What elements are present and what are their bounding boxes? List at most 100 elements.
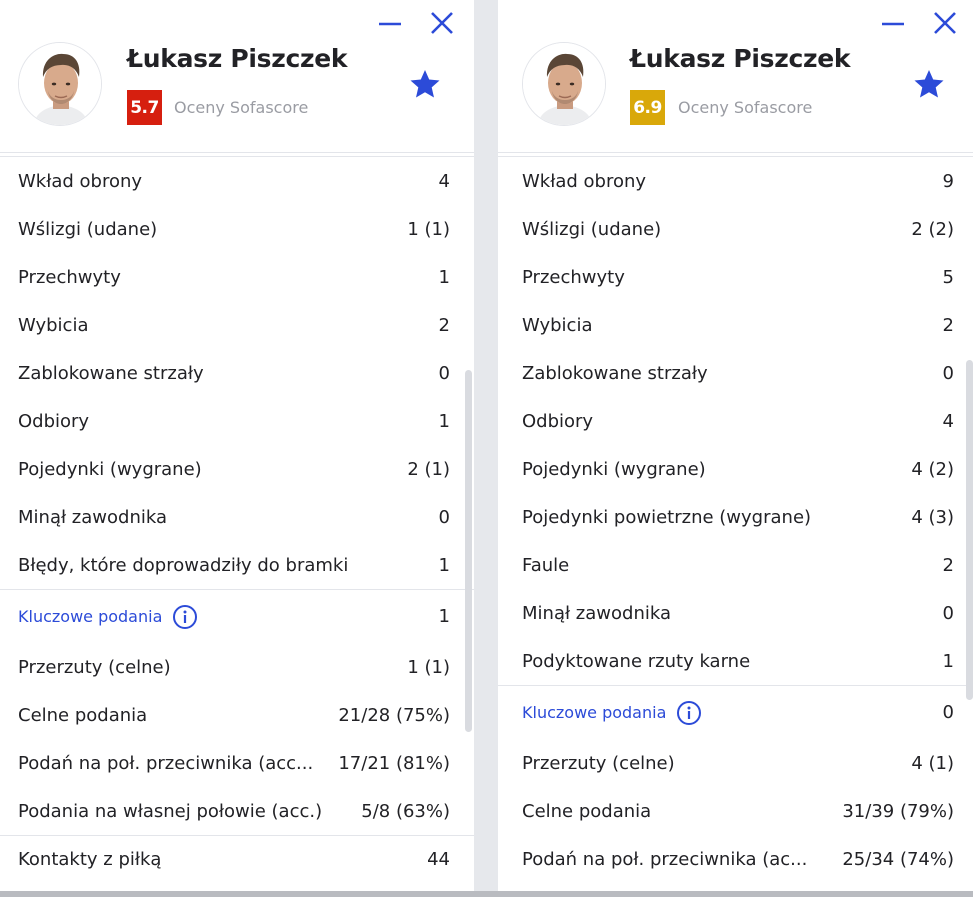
player-header: Łukasz Piszczek 5.7 Oceny Sofascore (0, 0, 474, 152)
star-icon (914, 70, 944, 98)
stat-value: 25/34 (74%) (842, 848, 954, 870)
minimize-button[interactable] (878, 8, 908, 38)
stat-value: 2 (438, 314, 450, 336)
player-name: Łukasz Piszczek (630, 44, 851, 73)
rating-caption: Oceny Sofascore (678, 98, 813, 117)
scrollbar[interactable] (966, 360, 973, 700)
stat-label: Minął zawodnika (522, 602, 671, 624)
stat-label: Zablokowane strzały (522, 362, 708, 384)
stat-row: Przechwyty 1 (0, 253, 474, 301)
stat-row: Pojedynki (wygrane) 2 (1) (0, 445, 474, 493)
key-passes-label[interactable]: Kluczowe podania (522, 700, 702, 726)
minimize-button[interactable] (375, 8, 405, 38)
stat-label: Celne podania (522, 800, 652, 822)
rating-badge: 6.9 (630, 90, 665, 125)
stat-value: 0 (438, 506, 450, 528)
rating-badge: 5.7 (127, 90, 162, 125)
stat-value: 0 (942, 602, 954, 624)
stat-label: Minął zawodnika (18, 506, 167, 528)
stat-label: Wślizgi (udane) (522, 218, 662, 240)
star-icon (410, 70, 440, 98)
stat-value: 1 (1) (407, 656, 450, 678)
stat-value: 4 (1) (911, 752, 954, 774)
stat-label: Podań na poł. przeciwnika (acc... (18, 752, 314, 774)
minimize-icon (379, 22, 401, 26)
stat-label: Pojedynki powietrzne (wygrane) (522, 506, 812, 528)
player-photo (523, 43, 605, 125)
stat-row: Wkład obrony 4 (0, 157, 474, 205)
avatar (522, 42, 606, 126)
stat-label: Wślizgi (udane) (18, 218, 158, 240)
key-passes-row[interactable]: Kluczowe podania 1 (0, 589, 474, 643)
stat-value: 2 (942, 554, 954, 576)
stat-value: 31/39 (79%) (842, 800, 954, 822)
stat-label: Odbiory (522, 410, 594, 432)
stat-row: Podań na poł. przeciwnika (ac... 25/34 (7… (498, 835, 973, 883)
player-header: Łukasz Piszczek 6.9 Oceny Sofascore (498, 0, 973, 152)
stat-label: Wybicia (18, 314, 89, 336)
stat-row: Przechwyty 5 (498, 253, 973, 301)
stat-row: Zablokowane strzały 0 (498, 349, 973, 397)
stat-value: 4 (3) (911, 506, 954, 528)
stat-value: 2 (942, 314, 954, 336)
key-passes-row[interactable]: Kluczowe podania 0 (498, 685, 973, 739)
stat-value: 1 (1) (407, 218, 450, 240)
stat-value: 21/28 (75%) (338, 704, 450, 726)
stat-value: 44 (427, 849, 450, 870)
favorite-button[interactable] (409, 68, 441, 100)
stat-label: Podyktowane rzuty karne (522, 650, 751, 672)
player-stats-panel-left: Łukasz Piszczek 5.7 Oceny Sofascore Wkła… (0, 0, 474, 891)
stat-label: Pojedynki (wygrane) (522, 458, 706, 480)
stat-label: Przerzuty (celne) (522, 752, 675, 774)
stat-value: 9 (942, 170, 954, 192)
stat-label: Faule (522, 554, 570, 576)
stat-row: Wkład obrony 9 (498, 157, 973, 205)
favorite-button[interactable] (913, 68, 945, 100)
close-button[interactable] (930, 8, 960, 38)
stat-row: Odbiory 4 (498, 397, 973, 445)
stats-list: Wkład obrony 4 Wślizgi (udane) 1 (1) Przec… (0, 157, 474, 883)
stat-row: Zablokowane strzały 0 (0, 349, 474, 397)
stat-row: Faule 2 (498, 541, 973, 589)
scrollbar[interactable] (465, 370, 472, 732)
stat-value: 0 (438, 362, 450, 384)
stat-value: 1 (942, 650, 954, 672)
close-button[interactable] (427, 8, 457, 38)
stat-row: Podyktowane rzuty karne 1 (498, 637, 973, 685)
stat-row: Przerzuty (celne) 4 (1) (498, 739, 973, 787)
stat-label: Wkład obrony (522, 170, 647, 192)
stat-label: Zablokowane strzały (18, 362, 204, 384)
stat-value: 5/8 (63%) (361, 800, 450, 822)
close-icon (934, 12, 956, 34)
stat-label: Pojedynki (wygrane) (18, 458, 202, 480)
stat-label: Podań na poł. przeciwnika (ac... (522, 848, 808, 870)
stat-value: 1 (438, 266, 450, 288)
stat-value: 5 (942, 266, 954, 288)
stat-value: 1 (438, 410, 450, 432)
stat-row: Pojedynki (wygrane) 4 (2) (498, 445, 973, 493)
stat-row: Odbiory 1 (0, 397, 474, 445)
stat-row: Wślizgi (udane) 1 (1) (0, 205, 474, 253)
close-icon (431, 12, 453, 34)
stats-list: Wkład obrony 9 Wślizgi (udane) 2 (2) Przec… (498, 157, 973, 883)
rating-caption: Oceny Sofascore (174, 98, 309, 117)
stat-row: Minął zawodnika 0 (0, 493, 474, 541)
stat-row: Wybicia 2 (498, 301, 973, 349)
player-name: Łukasz Piszczek (127, 44, 348, 73)
player-stats-panel-right: Łukasz Piszczek 6.9 Oceny Sofascore Wkła… (498, 0, 973, 891)
stat-value: 17/21 (81%) (338, 752, 450, 774)
info-icon[interactable] (172, 604, 198, 630)
stat-label: Błędy, które doprowadziły do bramki (18, 554, 349, 576)
key-passes-label[interactable]: Kluczowe podania (18, 604, 198, 630)
info-icon[interactable] (676, 700, 702, 726)
stat-label: Odbiory (18, 410, 90, 432)
stat-value: 2 (1) (407, 458, 450, 480)
key-passes-text: Kluczowe podania (18, 607, 163, 626)
stat-label: Kontakty z piłką (18, 849, 162, 870)
player-photo (19, 43, 101, 125)
stat-row: Minął zawodnika 0 (498, 589, 973, 637)
window-bottom-edge (0, 891, 973, 897)
stat-value: 2 (2) (911, 218, 954, 240)
avatar (18, 42, 102, 126)
stat-value: 4 (438, 170, 450, 192)
